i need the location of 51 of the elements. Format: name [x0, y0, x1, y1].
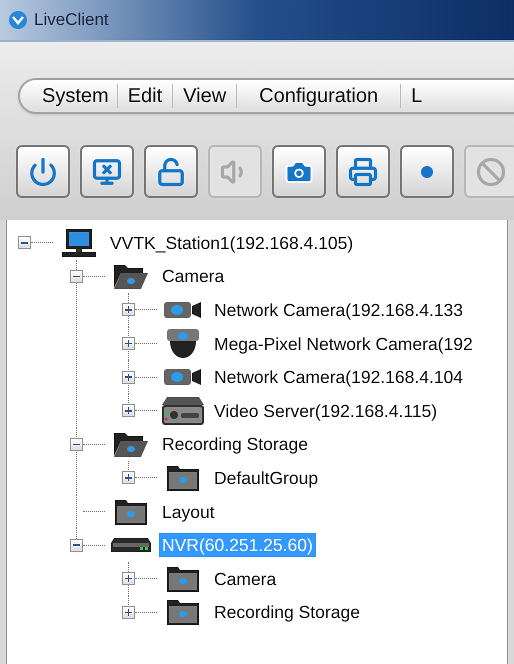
expand-toggle[interactable] — [122, 606, 135, 619]
nvr-device-icon — [110, 537, 152, 554]
folder-icon — [113, 498, 149, 526]
computer-icon — [61, 228, 97, 258]
tree-item-label[interactable]: Mega-Pixel Network Camera(192 — [211, 332, 476, 356]
tree-item-label[interactable]: Camera — [159, 264, 228, 288]
menu-item[interactable]: L — [401, 81, 432, 111]
toolbar-button[interactable] — [336, 145, 390, 198]
printer-icon — [348, 156, 378, 186]
collapse-toggle[interactable] — [70, 438, 83, 451]
ban-icon — [476, 156, 506, 186]
toolbar-button[interactable] — [400, 145, 454, 198]
open-folder-icon — [113, 430, 149, 458]
menu-item[interactable]: System — [42, 81, 117, 111]
dome-camera-icon — [165, 328, 201, 360]
tree-item-label[interactable]: VVTK_Station1(192.168.4.105) — [107, 230, 356, 255]
expand-toggle[interactable] — [122, 303, 135, 316]
tree-item-label[interactable]: Network Camera(192.168.4.104 — [211, 365, 466, 390]
video-server-icon — [161, 396, 205, 426]
collapse-toggle[interactable] — [70, 270, 83, 283]
menu-item[interactable]: Configuration — [237, 81, 400, 111]
tree-item-label[interactable]: Recording Storage — [211, 600, 363, 624]
tree-item-label[interactable]: Video Server(192.168.4.115) — [211, 398, 440, 423]
toolbar-button[interactable] — [80, 145, 134, 198]
folder-icon — [165, 598, 201, 626]
expand-toggle[interactable] — [122, 572, 135, 586]
tree-item-label[interactable]: Camera — [211, 566, 280, 591]
window-title: LiveClient — [34, 9, 109, 32]
expand-toggle[interactable] — [122, 370, 135, 384]
menu-item[interactable]: View — [173, 81, 236, 111]
collapse-toggle[interactable] — [18, 236, 31, 250]
tree-item-label[interactable]: Recording Storage — [159, 432, 311, 456]
collapse-toggle[interactable] — [70, 538, 83, 552]
toolbar-button[interactable] — [144, 145, 198, 198]
toolbar-button[interactable] — [16, 145, 70, 198]
power-icon — [28, 156, 58, 186]
toolbar-button[interactable] — [272, 145, 326, 198]
open-folder-icon — [113, 262, 149, 290]
tree-item-label[interactable]: Network Camera(192.168.4.133 — [211, 298, 466, 322]
unlock-icon — [156, 156, 186, 186]
monitor-icon — [92, 156, 122, 186]
app-logo-icon — [8, 10, 28, 30]
tree-item-label[interactable]: DefaultGroup — [211, 466, 322, 490]
menu-item[interactable]: Edit — [118, 81, 172, 111]
tree-item-label[interactable]: Layout — [159, 500, 218, 524]
expand-toggle[interactable] — [122, 471, 135, 484]
folder-icon — [165, 564, 201, 593]
expand-toggle[interactable] — [122, 337, 135, 350]
expand-toggle[interactable] — [122, 404, 135, 418]
folder-icon — [165, 464, 201, 492]
record-dot-icon — [420, 164, 434, 178]
